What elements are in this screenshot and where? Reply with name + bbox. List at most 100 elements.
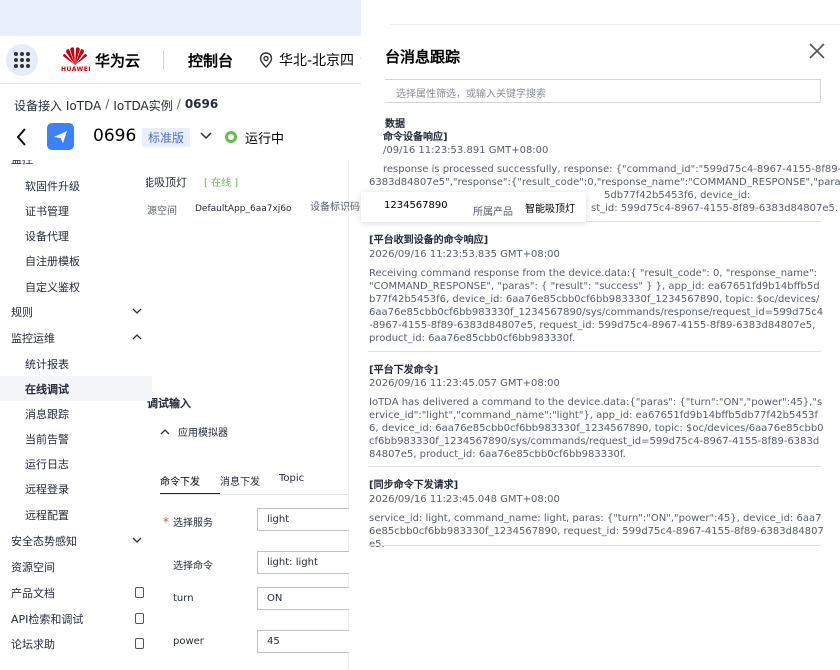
app-grid-button[interactable] <box>6 44 38 76</box>
device-online-status: [ 在线 ] <box>204 178 239 189</box>
entry-title: 命令设备响应] <box>383 132 448 143</box>
sidebar-item[interactable]: 规则 <box>0 299 146 324</box>
filter-search-input[interactable]: 选择属性筛选，或输入关键字搜索 <box>385 79 821 103</box>
sidebar-item[interactable]: API检索和调试 <box>0 606 146 631</box>
instance-name: 0696 <box>93 126 137 146</box>
back-arrow-icon[interactable] <box>14 127 30 147</box>
app-simulator-label: 应用模拟器 <box>178 428 228 439</box>
entry-title: [平台下发命令] <box>369 365 439 376</box>
sidebar-item[interactable]: 统计报表 <box>0 351 146 376</box>
entry-title: [同步命令下发请求] <box>369 480 459 491</box>
sidebar-item-label: 远程登录 <box>25 482 69 496</box>
sidebar-item[interactable]: 当前告警 <box>0 426 146 451</box>
sidebar-item[interactable]: 软固件升级 <box>0 173 146 198</box>
tab-topic[interactable]: Topic <box>279 473 329 495</box>
entry-body-line: 6383d84807e5","response":{"result_code":… <box>369 177 840 188</box>
top-strip <box>0 0 390 36</box>
command-label: 选择命令 <box>173 561 213 572</box>
top-header: HUAWEI 华为云 控制台 华北-北京四 <box>0 36 390 84</box>
sidebar-item[interactable]: 资源空间 <box>0 554 146 579</box>
required-marker: * <box>163 515 169 529</box>
debug-input-title: 调试输入 <box>147 397 191 410</box>
service-label: 选择服务 <box>173 518 213 529</box>
entry-body-fragment: 5db77f42b5453f6, device_id: <box>604 190 751 201</box>
product-id: 1234567890 <box>384 200 448 211</box>
tab-command[interactable]: 命令下发 <box>160 473 220 495</box>
sidebar-item-label: 产品文档 <box>11 586 55 600</box>
breadcrumb-instances[interactable]: IoTDA实例 <box>113 97 172 114</box>
tab-message[interactable]: 消息下发 <box>220 473 279 495</box>
sidebar-item[interactable]: 运行日志 <box>0 451 146 476</box>
header-divider <box>163 50 164 70</box>
service-select[interactable]: light <box>257 508 349 531</box>
sidebar-item[interactable]: 设备代理 <box>0 223 146 248</box>
edition-badge: 标准版 <box>142 128 191 147</box>
sidebar-item[interactable]: 消息跟踪 <box>0 401 146 426</box>
entry-body: IoTDA has delivered a command to the dev… <box>369 397 824 460</box>
entry-time: 2026/09/16 11:23:53.835 GMT+08:00 <box>369 249 560 260</box>
entry-title: [平台收到设备的命令响应] <box>369 235 489 246</box>
breadcrumb-current: 0696 <box>184 97 219 111</box>
sidebar-item[interactable]: 安全态势感知 <box>0 528 146 553</box>
turn-input[interactable]: ON <box>257 587 349 610</box>
sidebar-item-label: 自注册模板 <box>25 254 80 268</box>
sidebar-item[interactable]: 产品文档 <box>0 580 146 605</box>
sidebar-item[interactable]: 自定义鉴权 <box>0 274 146 299</box>
debug-tabs: 命令下发 消息下发 Topic <box>160 473 329 495</box>
instance-status: 运行中 <box>245 132 285 147</box>
sidebar-item[interactable]: 自注册模板 <box>0 248 146 273</box>
breadcrumb-separator: / <box>176 97 181 111</box>
entry-separator <box>368 466 821 467</box>
breadcrumb-separator: / <box>105 97 110 111</box>
console-link[interactable]: 控制台 <box>188 50 233 71</box>
sidebar-item-label: 资源空间 <box>11 560 55 574</box>
entry-body: Receiving command response from the devi… <box>369 268 824 344</box>
entry-body-fragment: st_id: 599d75c4-8967-4155-8f89-6383d8480… <box>591 203 839 214</box>
region-selector[interactable]: 华北-北京四 <box>259 50 372 70</box>
sidebar-item[interactable]: 远程登录 <box>0 476 146 501</box>
location-pin-icon <box>259 52 273 68</box>
chevron-down-icon <box>132 537 142 543</box>
sidebar-item[interactable]: 论坛求助 <box>0 631 146 656</box>
sidebar-item-label: 在线调试 <box>25 382 69 396</box>
drawer-top-border <box>390 24 840 25</box>
instance-icon <box>47 123 74 150</box>
region-label: 华北-北京四 <box>279 53 355 69</box>
device-id-label: 设备标识码 <box>310 202 360 213</box>
product-label: 所属产品 <box>473 207 513 218</box>
external-link-icon <box>135 613 144 624</box>
command-select[interactable]: light: light <box>257 551 349 574</box>
entry-time: 2026/09/16 11:23:45.057 GMT+08:00 <box>369 378 560 389</box>
external-link-icon <box>135 587 144 598</box>
sidebar-item-label: 论坛求助 <box>11 637 55 651</box>
sidebar-item-label: 规则 <box>11 305 33 319</box>
turn-label: turn <box>173 593 194 604</box>
entry-body-line: response is processed successfully, resp… <box>383 164 840 175</box>
sidebar-item[interactable]: 监控运维 <box>0 325 146 350</box>
chevron-down-icon[interactable] <box>199 128 213 144</box>
sidebar-item-label: 自定义鉴权 <box>25 280 80 294</box>
sidebar-item-label: 消息跟踪 <box>25 407 69 421</box>
sidebar-item[interactable]: 证书管理 <box>0 198 146 223</box>
status-indicator-icon <box>225 131 237 143</box>
sidebar-item-label: 设备代理 <box>25 229 69 243</box>
breadcrumb-iotda[interactable]: 设备接入 IoTDA <box>14 97 101 114</box>
chevron-up-icon <box>132 334 142 340</box>
brand-name[interactable]: 华为云 <box>95 50 140 71</box>
huawei-logo-text: HUAWEI <box>61 66 92 73</box>
sidebar-item-label: API检索和调试 <box>11 612 84 626</box>
sidebar-item-label: 统计报表 <box>25 357 69 371</box>
sidebar-item[interactable]: 远程配置 <box>0 502 146 527</box>
app-simulator-toggle[interactable]: 应用模拟器 <box>160 424 228 439</box>
chevron-up-icon <box>160 428 170 434</box>
product-name[interactable]: 智能吸顶灯 <box>525 200 575 215</box>
close-icon[interactable] <box>808 42 826 60</box>
entry-time: /09/16 11:23:53.891 GMT+08:00 <box>383 145 549 156</box>
sidebar-item-label: 远程配置 <box>25 508 69 522</box>
breadcrumb: 设备接入 IoTDA / IoTDA实例 / 0696 <box>14 97 218 114</box>
power-input[interactable]: 45 <box>257 630 349 653</box>
sidebar-item-label: 当前告警 <box>25 432 69 446</box>
sidebar-item-label: 监控运维 <box>11 331 55 345</box>
sidebar-item[interactable]: 在线调试 <box>0 376 152 401</box>
sidebar-item-label: 软固件升级 <box>25 179 80 193</box>
